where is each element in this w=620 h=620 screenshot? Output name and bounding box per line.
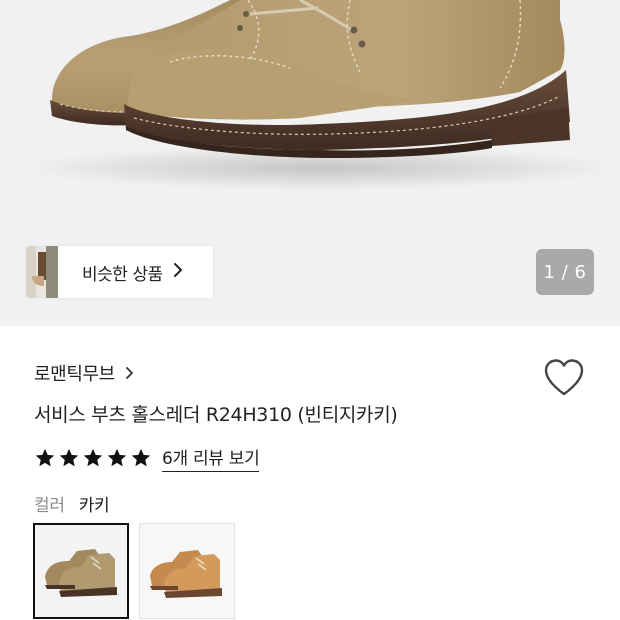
rating-row: 6개 리뷰 보기 bbox=[34, 444, 260, 472]
wishlist-heart-button[interactable] bbox=[542, 357, 586, 399]
similar-products-button[interactable]: 비슷한 상품 bbox=[26, 246, 213, 298]
star-rating bbox=[34, 447, 152, 469]
star-icon bbox=[83, 448, 103, 467]
swatch-image bbox=[35, 525, 127, 617]
similar-product-thumbnail bbox=[26, 246, 58, 298]
chevron-right-icon bbox=[125, 365, 134, 384]
color-row: 컬러 카키 bbox=[34, 491, 110, 516]
color-value: 카키 bbox=[78, 496, 110, 516]
product-image-gallery[interactable]: 비슷한 상품 1 / 6 bbox=[0, 0, 620, 326]
swatch-image bbox=[140, 524, 234, 618]
color-swatch-khaki[interactable] bbox=[33, 523, 129, 619]
image-counter: 1 / 6 bbox=[536, 249, 594, 295]
brand-name: 로맨틱무브 bbox=[34, 364, 115, 385]
heart-icon bbox=[544, 359, 584, 396]
star-icon bbox=[35, 448, 55, 467]
star-icon bbox=[59, 448, 79, 467]
color-swatch-brown[interactable] bbox=[139, 523, 235, 619]
product-title: 서비스 부츠 홀스레더 R24H310 (빈티지카키) bbox=[34, 404, 398, 426]
brand-link[interactable]: 로맨틱무브 bbox=[34, 360, 134, 386]
color-label: 컬러 bbox=[34, 496, 65, 516]
star-icon bbox=[107, 448, 127, 467]
star-icon bbox=[131, 448, 151, 467]
chevron-right-icon bbox=[173, 262, 183, 282]
reviews-link[interactable]: 6개 리뷰 보기 bbox=[162, 444, 260, 472]
similar-products-label: 비슷한 상품 bbox=[82, 264, 163, 285]
